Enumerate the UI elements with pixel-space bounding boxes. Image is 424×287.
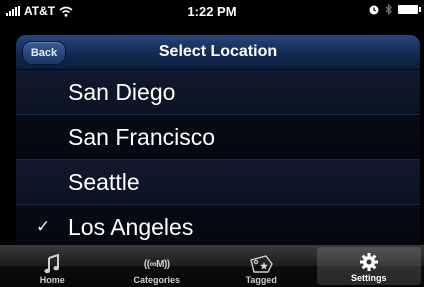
page-title: Select Location (158, 43, 278, 60)
tag-star-icon (248, 253, 274, 275)
navigation-bar: Select Location Back (16, 35, 420, 70)
location-row-san-diego[interactable]: San Diego (16, 70, 420, 115)
location-label: Seattle (68, 169, 140, 195)
status-bar: AT&T 1:22 PM (0, 0, 424, 22)
status-time: 1:22 PM (187, 4, 237, 19)
tab-settings[interactable]: Settings (316, 247, 421, 285)
location-row-san-francisco[interactable]: San Francisco (16, 115, 420, 160)
xm-logo-text: ((∞M)) (143, 258, 170, 270)
gear-icon (359, 251, 379, 273)
location-row-los-angeles[interactable]: ✓ Los Angeles (16, 205, 420, 245)
back-button[interactable]: Back (22, 41, 66, 65)
location-panel: Select Location Back San Diego San Franc… (16, 35, 420, 245)
tab-label: Categories (133, 275, 181, 285)
location-label: San Diego (68, 79, 176, 105)
tab-label: Settings (350, 273, 387, 283)
tab-tagged[interactable]: Tagged (209, 245, 314, 287)
location-list: San Diego San Francisco Seattle ✓ Los An… (16, 70, 420, 245)
bluetooth-icon (385, 4, 392, 15)
tab-bar: Home ((∞M)) Categories Tagged Settings (0, 245, 424, 287)
location-label: San Francisco (68, 124, 216, 150)
music-note-icon (44, 253, 60, 275)
tab-categories[interactable]: ((∞M)) Categories (105, 245, 210, 287)
location-label: Los Angeles (68, 214, 194, 240)
battery-icon (398, 5, 421, 14)
xm-logo-icon: ((∞M)) (144, 253, 170, 275)
tab-home[interactable]: Home (0, 245, 105, 287)
status-icons (369, 4, 421, 15)
tab-label: Home (39, 275, 65, 285)
checkmark-icon: ✓ (36, 217, 51, 236)
alarm-clock-icon (369, 5, 379, 14)
location-row-seattle[interactable]: Seattle (16, 160, 420, 205)
tab-label: Tagged (245, 275, 277, 285)
